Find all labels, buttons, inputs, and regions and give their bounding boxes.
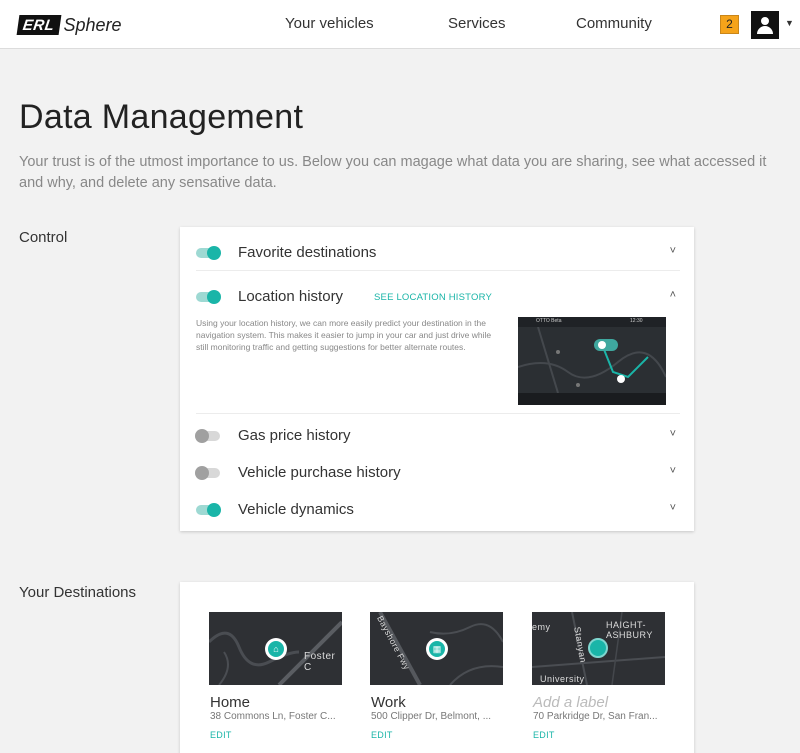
page-title: Data Management [19,98,304,136]
gas-price-history-toggle[interactable] [195,429,220,443]
chevron-down-icon[interactable]: ▼ [785,18,794,28]
top-nav-bar: ERL Sphere Your vehicles Services Commun… [0,0,800,49]
car-screen-dock [518,393,666,405]
chevron-down-icon[interactable]: ˅ [670,465,676,477]
see-location-history-link[interactable]: SEE LOCATION HISTORY [374,292,492,303]
destination-map-unlabeled[interactable]: emy HAIGHT-ASHBURY Stanyan University [532,612,665,685]
control-row-vehicle-purchase-history[interactable]: Vehicle purchase history ˅ [195,455,680,491]
toggle-knob [195,429,209,443]
user-icon-body [757,26,773,34]
nav-community[interactable]: Community [576,15,652,32]
building-icon: ▦ [429,641,445,657]
car-screen-status-bar: OTTO Beta 12:30 [518,317,666,327]
chevron-down-icon[interactable]: ˅ [670,428,676,440]
destination-name: Home [210,694,251,711]
control-row-location-history[interactable]: Location history SEE LOCATION HISTORY ˄ [196,279,680,315]
work-map-pin: ▦ [426,638,448,660]
logo-wordmark: Sphere [63,14,122,35]
control-card: Favorite destinations ˅ Location history… [180,227,694,531]
toggle-knob [207,290,221,304]
avatar[interactable] [751,11,779,39]
map-label: emy [532,622,551,632]
chevron-down-icon[interactable]: ˅ [670,245,676,257]
destination-map-home[interactable]: ⌂ Foster C [209,612,342,685]
logo-box: ERL [16,15,61,35]
add-label-field[interactable]: Add a label [533,694,608,711]
map-label: Foster C [304,651,336,673]
control-row-label: Favorite destinations [238,244,377,261]
divider [196,413,680,414]
control-row-label: Gas price history [238,427,351,444]
destination-name: Work [371,694,406,711]
destination-map-work[interactable]: ▦ Bayshore Fwy [370,612,503,685]
toggle-knob [207,503,221,517]
destination-address: 70 Parkridge Dr, San Fran... [533,711,658,722]
car-screen-time: 12:30 [630,318,643,324]
control-row-label: Vehicle purchase history [238,464,401,481]
destinations-section-label: Your Destinations [19,584,137,601]
destination-address: 38 Commons Ln, Foster C... [210,711,336,722]
chevron-down-icon[interactable]: ˅ [670,502,676,514]
control-section-label: Control [19,229,68,246]
notification-badge[interactable]: 2 [720,15,739,34]
erl-sphere-logo[interactable]: ERL Sphere [16,14,122,36]
edit-destination-link[interactable]: EDIT [533,730,555,740]
toggle-knob [195,466,209,480]
user-icon-head [761,17,769,25]
car-navigation-screen-image: OTTO Beta 12:30 [518,317,666,405]
control-row-gas-price-history[interactable]: Gas price history ˅ [195,418,680,454]
nav-your-vehicles[interactable]: Your vehicles [285,15,374,32]
home-icon: ⌂ [268,641,284,657]
destination-address: 500 Clipper Dr, Belmont, ... [371,711,492,722]
location-map-pin [588,638,608,658]
control-row-vehicle-dynamics[interactable]: Vehicle dynamics ˅ [196,492,680,528]
map-label: HAIGHT-ASHBURY [606,620,653,640]
edit-destination-link[interactable]: EDIT [210,730,232,740]
home-map-pin: ⌂ [265,638,287,660]
nav-services[interactable]: Services [448,15,506,32]
location-history-description: Using your location history, we can more… [196,318,492,352]
control-row-label: Vehicle dynamics [238,501,354,518]
control-row-favorite-destinations[interactable]: Favorite destinations ˅ [196,235,680,271]
page-description: Your trust is of the utmost importance t… [19,154,767,191]
toggle-knob [207,246,221,260]
car-screen-app-name: OTTO Beta [536,318,562,324]
location-history-toggle[interactable] [196,290,221,304]
vehicle-purchase-history-toggle[interactable] [195,466,220,480]
chevron-up-icon[interactable]: ˄ [670,289,676,301]
vehicle-dynamics-toggle[interactable] [196,503,221,517]
control-row-label: Location history [238,288,344,305]
car-screen-map [518,327,666,393]
map-label: University [540,674,585,684]
destinations-card: ⌂ Foster C Home 38 Commons Ln, Foster C.… [180,582,694,753]
edit-destination-link[interactable]: EDIT [371,730,393,740]
favorite-destinations-toggle[interactable] [196,246,221,260]
